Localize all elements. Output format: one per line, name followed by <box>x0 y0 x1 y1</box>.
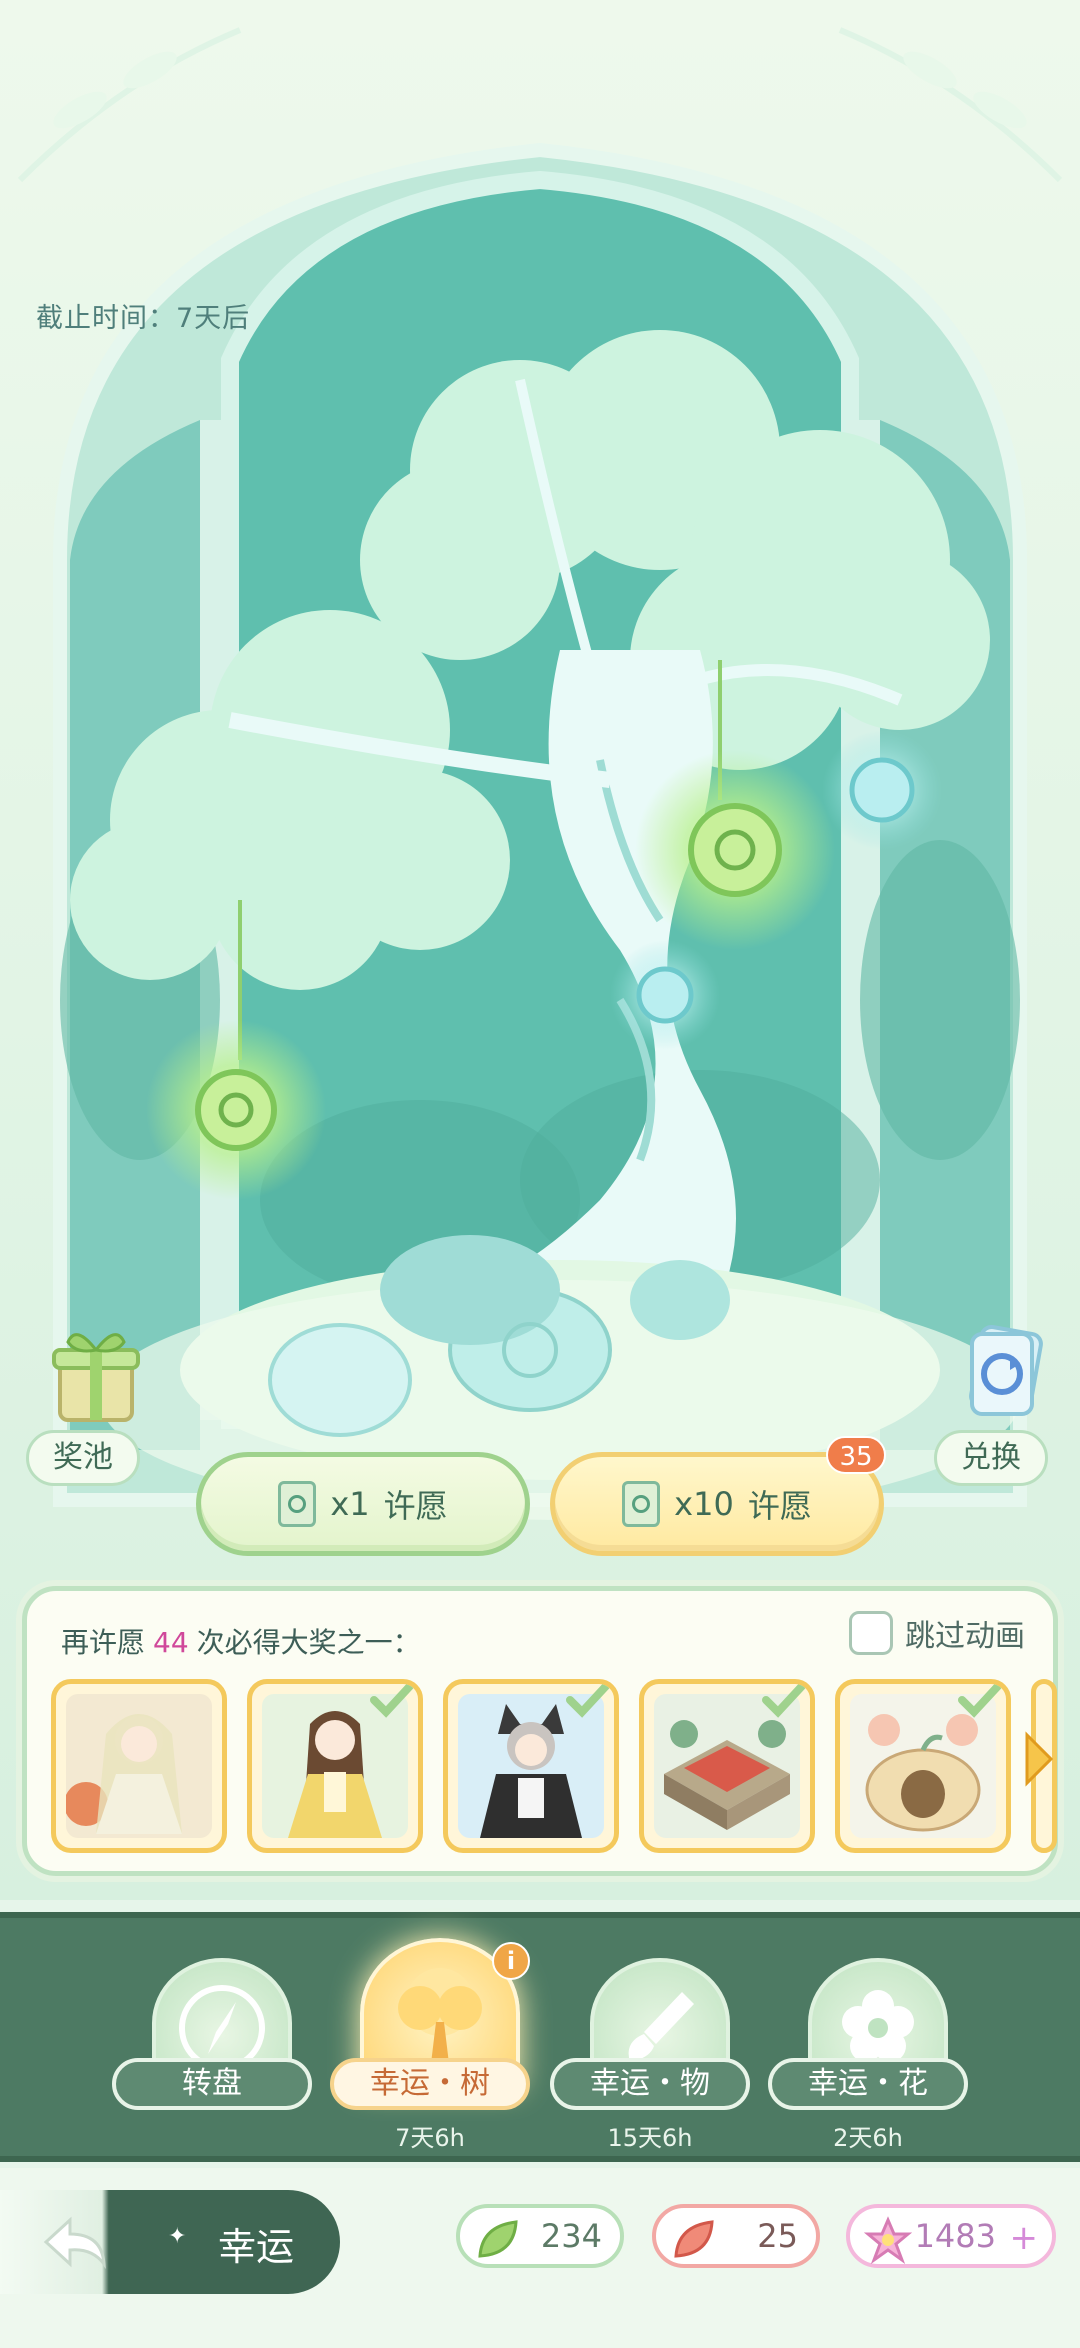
deadline-text: 截止时间：7天后 <box>36 296 250 335</box>
reward-item-green-dress-girl[interactable] <box>51 1679 227 1853</box>
nav-turntable[interactable]: 转盘 <box>112 1948 312 2158</box>
owned-check-icon <box>762 1684 806 1718</box>
green-leaf-icon <box>478 2220 518 2258</box>
skip-animation-checkbox[interactable] <box>849 1611 893 1655</box>
wish-x1-label: 许愿 <box>383 1487 448 1525</box>
wish-x10-badge: 35 <box>826 1436 886 1474</box>
chevron-right-icon[interactable] <box>1021 1731 1055 1787</box>
back-label: 幸运 <box>218 2225 295 2269</box>
deadline-label: 截止时间： <box>36 303 176 334</box>
owned-check-icon <box>958 1684 1002 1718</box>
sparkle-icon: ✦ <box>168 2224 187 2249</box>
wish-x10-label: 许愿 <box>747 1487 812 1525</box>
gift-box-icon <box>52 1333 140 1422</box>
nav-lucky-flower[interactable]: 幸运・花 2天6h <box>768 1948 968 2158</box>
nav-lucky-item[interactable]: 幸运・物 15天6h <box>550 1948 750 2158</box>
nav-lucky-tree-label: 幸运・树 <box>330 2058 530 2110</box>
nav-lucky-item-label: 幸运・物 <box>550 2058 750 2110</box>
remaining-count: 44 <box>153 1626 189 1659</box>
wish-card-icon <box>622 1481 661 1527</box>
back-arrow-icon <box>43 2216 106 2269</box>
reward-item-list <box>51 1679 1057 1853</box>
nav-turntable-label: 转盘 <box>112 2058 312 2110</box>
reward-item-cat-hood-girl[interactable] <box>443 1679 619 1853</box>
reward-prefix: 再许愿 <box>61 1626 146 1659</box>
add-star-icon[interactable]: + <box>1010 2218 1039 2258</box>
lucky-category-nav: 转盘 i 幸运・树 7天6h 幸运・物 15天6h 幸运・花 2天6h <box>0 1912 1080 2162</box>
reward-title: 再许愿 44 次必得大奖之一： <box>61 1621 421 1661</box>
star-icon <box>864 2216 912 2264</box>
wish-card-icon <box>278 1481 317 1527</box>
guaranteed-reward-panel: 再许愿 44 次必得大奖之一： 跳过动画 <box>22 1586 1058 1876</box>
exchange-button[interactable]: 兑换 <box>934 1320 1074 1490</box>
red-leaf-amount: 25 <box>757 2217 798 2255</box>
wish-x10-count: x10 <box>674 1485 734 1523</box>
green-leaf-amount: 234 <box>540 2217 602 2255</box>
wish-x1-count: x1 <box>330 1485 370 1523</box>
exchange-card-icon <box>969 1324 1043 1416</box>
red-leaf-icon <box>674 2220 714 2258</box>
red-leaf-currency: 25 <box>652 2204 820 2268</box>
info-icon[interactable]: i <box>492 1942 530 1980</box>
reward-item-house-building[interactable] <box>639 1679 815 1853</box>
reward-suffix: 次必得大奖之一： <box>196 1626 421 1659</box>
deadline-value: 7天后 <box>176 303 251 334</box>
reward-item-pumpkin-house[interactable] <box>835 1679 1011 1853</box>
nav-lucky-tree[interactable]: i 幸运・树 7天6h <box>330 1938 530 2158</box>
back-button[interactable]: ✦ 幸运 <box>0 2190 340 2294</box>
owned-check-icon <box>370 1684 414 1718</box>
nav-lucky-flower-sub: 2天6h <box>833 2124 903 2152</box>
reward-item-yellow-dress-girl[interactable] <box>247 1679 423 1853</box>
skip-animation-label: 跳过动画 <box>905 1619 1025 1654</box>
nav-lucky-flower-label: 幸运・花 <box>768 2058 968 2110</box>
prize-pool-button[interactable]: 奖池 <box>26 1320 166 1490</box>
nav-lucky-tree-sub: 7天6h <box>395 2124 465 2152</box>
wish-x1-button[interactable]: x1 许愿 <box>196 1452 530 1556</box>
owned-check-icon <box>566 1684 610 1718</box>
prize-pool-label: 奖池 <box>26 1430 140 1486</box>
bottom-bar: ✦ 幸运 234 25 1483 + <box>0 2168 1080 2348</box>
nav-lucky-item-sub: 15天6h <box>607 2124 693 2152</box>
star-currency: 1483 + <box>846 2204 1056 2268</box>
skip-animation-toggle[interactable]: 跳过动画 <box>849 1611 1025 1655</box>
exchange-label: 兑换 <box>934 1430 1048 1486</box>
green-leaf-currency: 234 <box>456 2204 624 2268</box>
star-amount: 1483 <box>914 2217 996 2255</box>
green-dress-girl-art <box>66 1694 212 1838</box>
